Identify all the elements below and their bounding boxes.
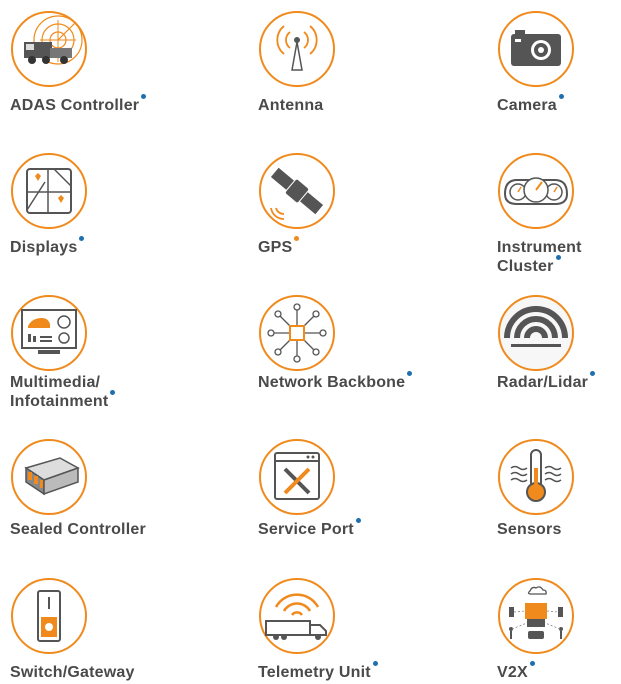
- item-label: Sealed Controller: [10, 521, 146, 538]
- status-dot: [110, 390, 116, 395]
- status-dot: [529, 661, 535, 666]
- item-label: Displays: [10, 236, 85, 257]
- item-label: Telemetry Unit: [258, 661, 378, 682]
- status-dot: [355, 518, 361, 523]
- status-dot: [407, 371, 413, 376]
- item-label: ADAS Controller: [10, 94, 147, 115]
- status-dot: [372, 661, 378, 666]
- thermometer-icon: [497, 438, 575, 516]
- monitor-icon: [10, 294, 88, 372]
- network-icon: [258, 294, 336, 372]
- item-label: Camera: [497, 94, 564, 115]
- status-dot: [79, 236, 85, 241]
- camera-icon: [497, 10, 575, 88]
- switch-icon: [10, 577, 88, 655]
- status-dot: [558, 94, 564, 99]
- adas-truck-radar-icon: [10, 10, 88, 88]
- item-label: Multimedia/ Infotainment: [10, 373, 116, 411]
- radar-waves-icon: [497, 294, 575, 372]
- item-label: Network Backbone: [258, 371, 413, 392]
- controller-box-icon: [10, 438, 88, 516]
- item-label: Sensors: [497, 521, 562, 538]
- antenna-icon: [258, 10, 336, 88]
- status-dot: [590, 371, 596, 376]
- item-label: Radar/Lidar: [497, 371, 596, 392]
- status-dot: [555, 255, 561, 260]
- status-dot: [294, 236, 300, 241]
- item-label: Service Port: [258, 518, 361, 539]
- satellite-icon: [258, 152, 336, 230]
- item-label: V2X: [497, 661, 535, 682]
- v2x-icon: [497, 577, 575, 655]
- truck-signal-icon: [258, 577, 336, 655]
- gauges-icon: [497, 152, 575, 230]
- item-label: Switch/Gateway: [10, 664, 135, 681]
- item-label: GPS: [258, 236, 300, 257]
- map-display-icon: [10, 152, 88, 230]
- item-label: Instrument Cluster: [497, 239, 582, 275]
- status-dot: [141, 94, 147, 99]
- tools-window-icon: [258, 438, 336, 516]
- item-label: Antenna: [258, 97, 324, 114]
